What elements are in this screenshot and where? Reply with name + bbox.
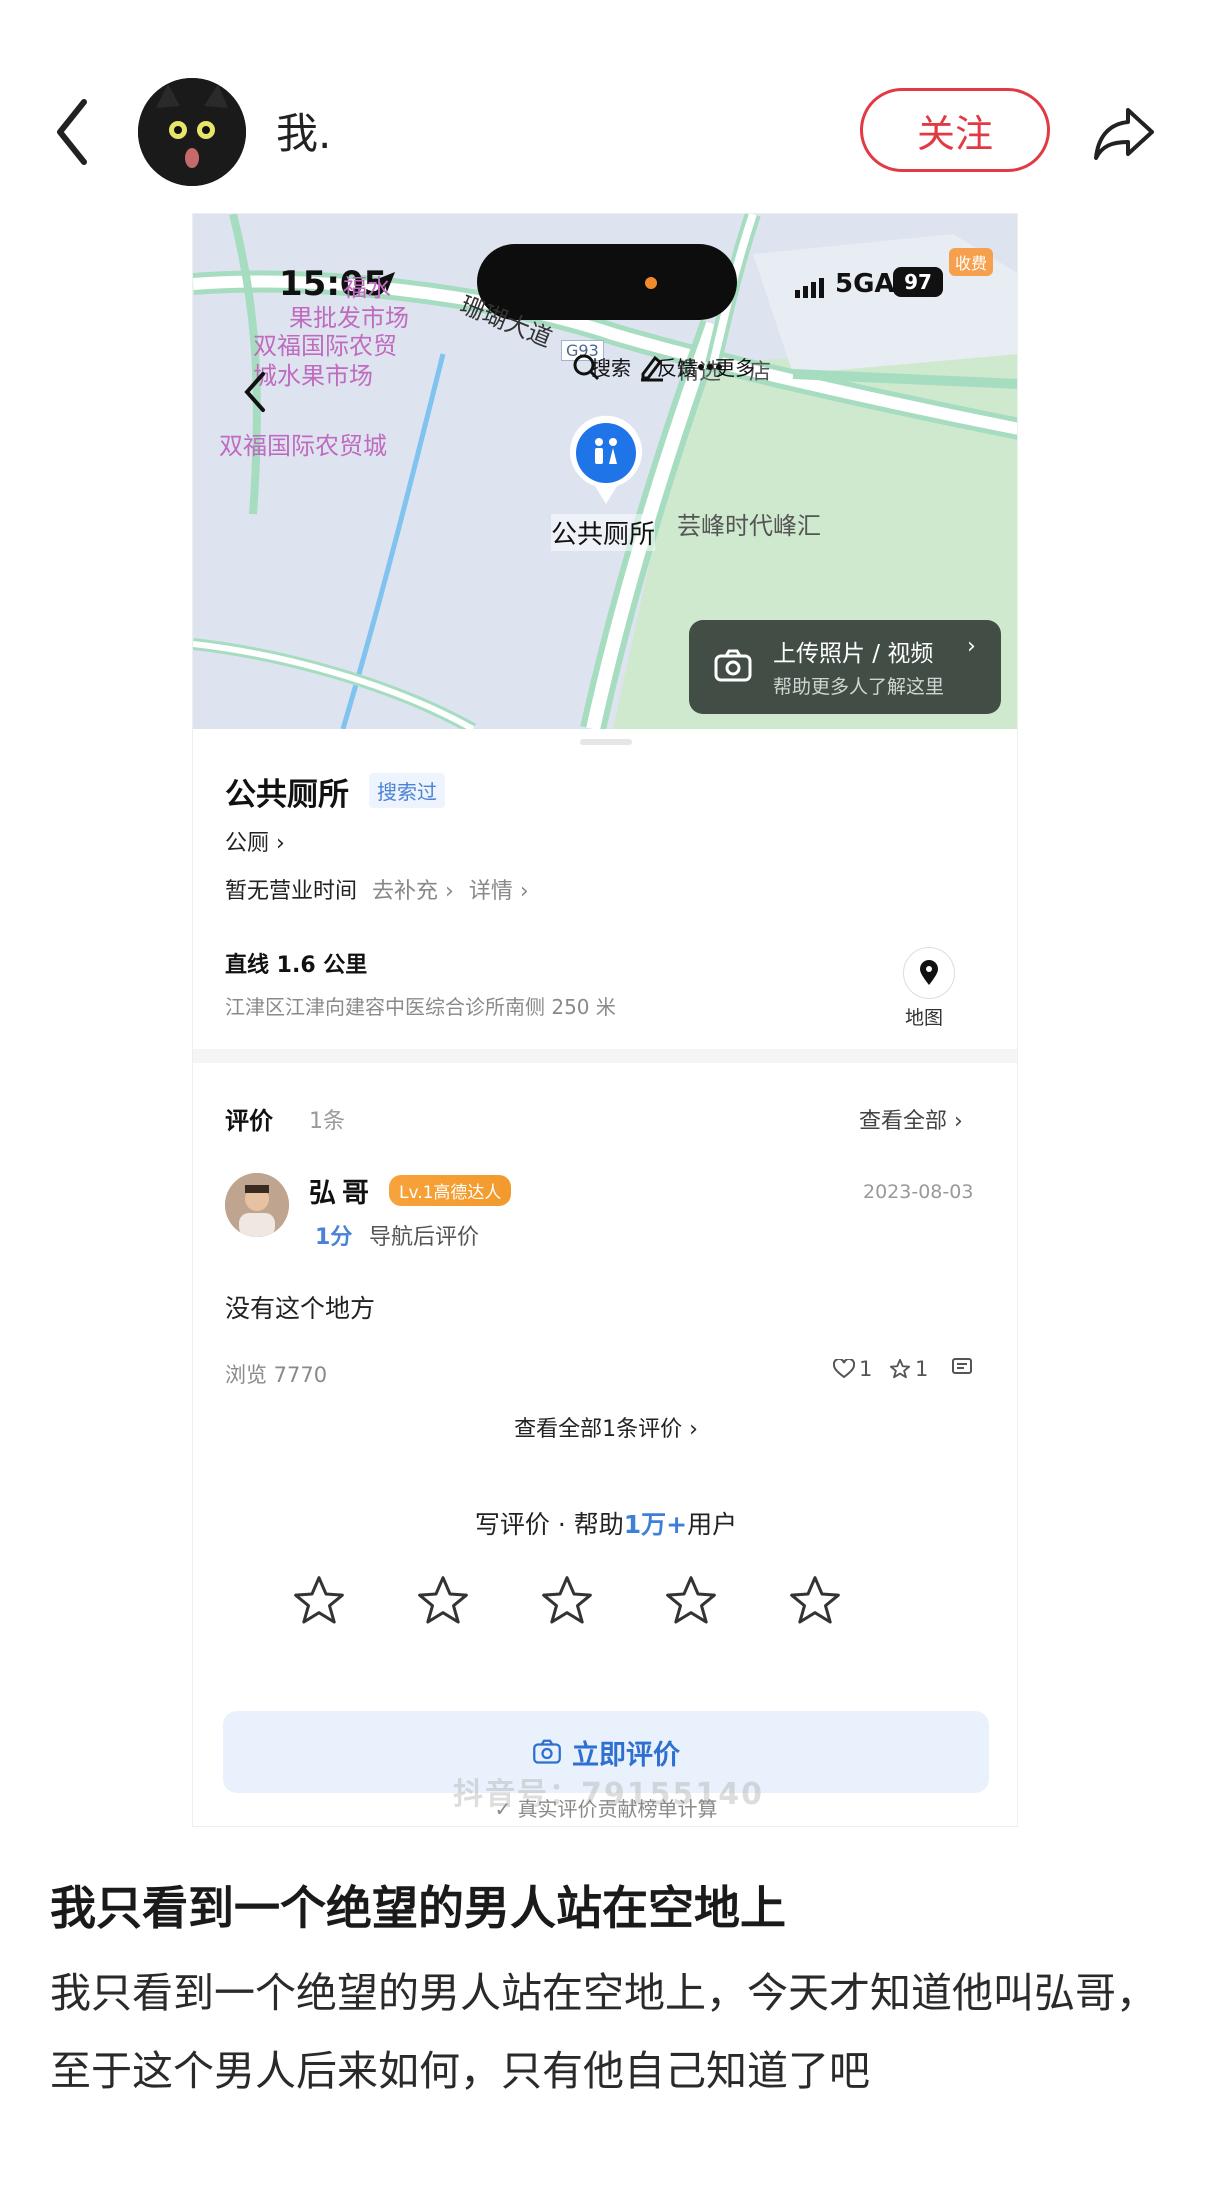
embedded-screenshot: 15:05 5GA 97 收费 福水 果批发市场 双福国际农贸 城水果市场 双福…	[192, 213, 1018, 1827]
username[interactable]: 我.	[276, 100, 331, 161]
avatar[interactable]	[138, 78, 246, 186]
map-button-label: 地图	[905, 1007, 944, 1029]
back-button[interactable]	[48, 92, 98, 172]
review-views: 浏览 7770	[225, 1363, 328, 1387]
upload-subtitle: 帮助更多人了解这里	[773, 676, 945, 698]
review-text: 没有这个地方	[225, 1294, 376, 1323]
share-icon	[1094, 108, 1154, 160]
write-prefix: 写评价 · 帮助	[474, 1510, 624, 1539]
see-all-label: 查看全部	[859, 1109, 948, 1134]
star-outline-icon	[666, 1576, 716, 1624]
map-button[interactable]	[903, 947, 955, 999]
person-photo-icon	[225, 1173, 289, 1237]
write-suffix: 用户	[687, 1510, 738, 1539]
poi-hours: 暂无营业时间	[225, 879, 358, 904]
star-outline-icon	[542, 1576, 592, 1624]
camera-icon	[533, 1739, 561, 1764]
write-highlight: 1万+	[623, 1510, 688, 1539]
map-label-building: 芸峰时代峰汇	[677, 512, 821, 540]
battery-indicator: 97	[893, 267, 943, 297]
rating-star-5[interactable]	[787, 1573, 843, 1629]
chevron-right-icon: ›	[689, 1417, 698, 1442]
comment-icon	[952, 1358, 972, 1374]
comment-button[interactable]	[951, 1357, 973, 1377]
reviewer-name[interactable]: 弘哥	[309, 1171, 375, 1210]
heart-icon	[833, 1359, 855, 1379]
chevron-right-icon: ›	[276, 831, 285, 856]
post-body: 我只看到一个绝望的男人站在空地上，今天才知道他叫弘哥，至于这个男人后来如何，只有…	[50, 1969, 1157, 2095]
map-back-button[interactable]	[237, 364, 273, 420]
star-outline-icon	[418, 1576, 468, 1624]
favorite-button[interactable]: 1	[889, 1357, 928, 1381]
upload-title: 上传照片 / 视频	[773, 641, 934, 667]
search-icon	[573, 354, 600, 381]
more-dots-icon	[698, 364, 722, 370]
poi-category-link[interactable]: 公厕 ›	[225, 825, 285, 857]
see-all-link[interactable]: 查看全部 ›	[859, 1103, 963, 1135]
post-title: 我只看到一个绝望的男人站在空地上	[50, 1881, 786, 1935]
review-source: 导航后评价	[369, 1225, 480, 1250]
details-link[interactable]: 详情 ›	[469, 879, 529, 904]
review-score: 1分	[315, 1225, 353, 1250]
add-info-label: 去补充	[372, 879, 439, 904]
restroom-pin-icon	[570, 415, 642, 504]
poi-category: 公厕	[225, 831, 270, 856]
map-pin[interactable]	[567, 414, 645, 506]
reviewer-badge: Lv.1高德达人	[389, 1175, 512, 1206]
poi-sheet: 公共厕所 搜索过 公厕 › 暂无营业时间 去补充 › 详情 › 直线 1.6 公…	[193, 729, 1017, 1826]
reviews-count: 1条	[309, 1109, 345, 1134]
upload-photo-card[interactable]: 上传照片 / 视频 › 帮助更多人了解这里	[689, 620, 1001, 714]
add-info-link[interactable]: 去补充 ›	[372, 879, 454, 904]
share-button[interactable]	[1088, 96, 1160, 168]
star-outline-icon	[294, 1576, 344, 1624]
like-button[interactable]: 1	[833, 1357, 872, 1381]
footer-note-text: 真实评价贡献榜单计算	[517, 1797, 718, 1821]
recording-dot	[645, 277, 657, 289]
rating-star-2[interactable]	[415, 1573, 471, 1629]
poi-name: 公共厕所	[225, 777, 349, 813]
map-more-button[interactable]: 更多	[695, 352, 775, 381]
rating-star-1[interactable]	[291, 1573, 347, 1629]
star-outline-icon	[790, 1576, 840, 1624]
chevron-right-icon: ›	[954, 1109, 963, 1134]
section-divider	[193, 1049, 1017, 1063]
location-pin-icon	[920, 960, 938, 985]
sheet-grabber[interactable]	[580, 739, 632, 745]
write-review-prompt: 写评价 · 帮助1万+用户	[193, 1505, 1017, 1541]
write-review-label: 立即评价	[572, 1739, 680, 1771]
review-date: 2023-08-03	[863, 1181, 974, 1203]
like-count: 1	[859, 1357, 873, 1381]
follow-button[interactable]: 关注	[860, 88, 1050, 172]
map-view[interactable]: 15:05 5GA 97 收费 福水 果批发市场 双福国际农贸 城水果市场 双福…	[193, 214, 1017, 729]
see-all-reviews-label: 查看全部1条评价	[514, 1417, 683, 1442]
favorite-count: 1	[915, 1357, 929, 1381]
poi-hours-row: 暂无营业时间 去补充 › 详情 ›	[225, 873, 529, 905]
black-cat-avatar-icon	[138, 78, 246, 186]
footer-note: ✓ 真实评价贡献榜单计算	[193, 1793, 1017, 1822]
details-label: 详情	[468, 879, 513, 904]
star-outline-icon	[889, 1358, 911, 1379]
network-type: 5GA	[835, 269, 895, 299]
map-pin-label: 公共厕所	[551, 514, 656, 551]
see-all-reviews-link[interactable]: 查看全部1条评价 ›	[193, 1411, 1017, 1443]
chevron-left-icon	[244, 372, 265, 412]
edit-icon	[641, 355, 663, 382]
poi-address: 江津区江津向建容中医综合诊所南侧 250 米	[225, 995, 616, 1019]
charge-tag: 收费	[949, 248, 994, 276]
poi-distance: 直线 1.6 公里	[225, 953, 368, 978]
rating-star-4[interactable]	[663, 1573, 719, 1629]
reviewer-avatar[interactable]	[225, 1173, 289, 1237]
reviews-title: 评价	[225, 1107, 273, 1135]
map-label-market-3: 双福国际农贸城	[219, 432, 387, 460]
chevron-left-icon	[57, 99, 87, 165]
chevron-right-icon: ›	[967, 634, 976, 659]
check-icon: ✓	[494, 1797, 512, 1821]
searched-tag: 搜索过	[369, 773, 445, 808]
rating-star-3[interactable]	[539, 1573, 595, 1629]
